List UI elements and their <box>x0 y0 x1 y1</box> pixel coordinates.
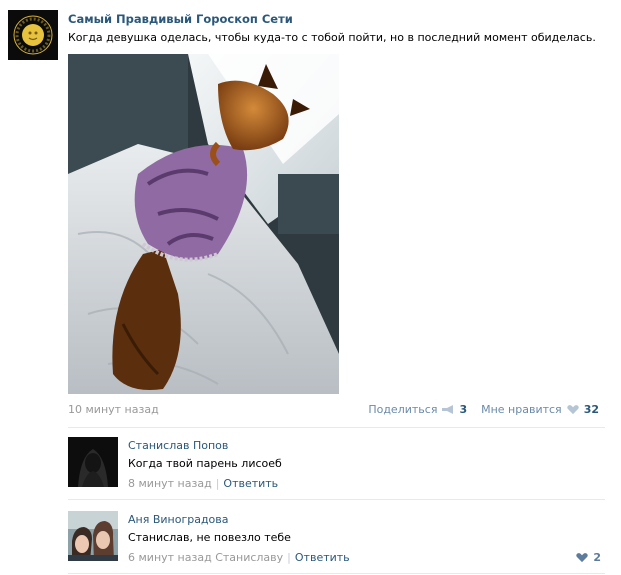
divider <box>68 499 605 500</box>
two-girls-selfie-avatar <box>68 511 118 561</box>
heart-icon <box>566 405 579 415</box>
megaphone-icon <box>442 405 454 414</box>
share-button[interactable]: Поделиться 3 <box>368 403 467 416</box>
zodiac-emblem-icon <box>8 10 58 60</box>
like-count: 32 <box>583 403 599 416</box>
post-actions: Поделиться 3 Мне нравится 32 <box>368 403 599 416</box>
divider <box>68 573 605 574</box>
post-author-link[interactable]: Самый Правдивый Гороскоп Сети <box>68 12 293 26</box>
wall-post-page: Самый Правдивый Гороскоп Сети Когда деву… <box>0 0 621 575</box>
divider <box>68 427 605 428</box>
community-avatar[interactable] <box>8 10 58 60</box>
like-button[interactable]: Мне нравится 32 <box>481 403 599 416</box>
comment-text: Когда твой парень лисоеб <box>128 457 282 470</box>
reply-to-link[interactable]: Станиславу <box>215 551 283 564</box>
heart-icon <box>576 553 589 563</box>
comment-meta: 6 минут назад Станиславу | Ответить <box>128 551 350 564</box>
commenter-avatar[interactable] <box>68 511 118 561</box>
share-count: 3 <box>459 403 468 416</box>
meta-separator: | <box>287 551 291 564</box>
comment-meta: 8 минут назад | Ответить <box>128 477 278 490</box>
share-label: Поделиться <box>368 403 438 416</box>
comment-author-link[interactable]: Аня Виноградова <box>128 513 229 526</box>
comment-like-count: 2 <box>593 551 601 564</box>
hooded-figure-avatar <box>68 437 118 487</box>
comment-item: Аня Виноградова Станислав, не повезло те… <box>68 511 605 571</box>
reply-button[interactable]: Ответить <box>223 477 278 490</box>
comment-timestamp[interactable]: 8 минут назад <box>128 477 212 490</box>
comment-author-link[interactable]: Станислав Попов <box>128 439 228 452</box>
meta-separator: | <box>215 477 220 490</box>
comment-text: Станислав, не повезло тебе <box>128 531 291 544</box>
reply-button[interactable]: Ответить <box>295 551 350 564</box>
commenter-avatar[interactable] <box>68 437 118 487</box>
post-text: Когда девушка оделась, чтобы куда-то с т… <box>68 31 596 44</box>
comment-like-button[interactable]: 2 <box>575 551 601 564</box>
like-label: Мне нравится <box>481 403 562 416</box>
post-photo[interactable] <box>68 54 339 394</box>
comment-item: Станислав Попов Когда твой парень лисоеб… <box>68 437 605 497</box>
post-timestamp[interactable]: 10 минут назад <box>68 403 159 416</box>
comment-timestamp[interactable]: 6 минут назад <box>128 551 212 564</box>
fox-in-dress-photo <box>68 54 339 394</box>
